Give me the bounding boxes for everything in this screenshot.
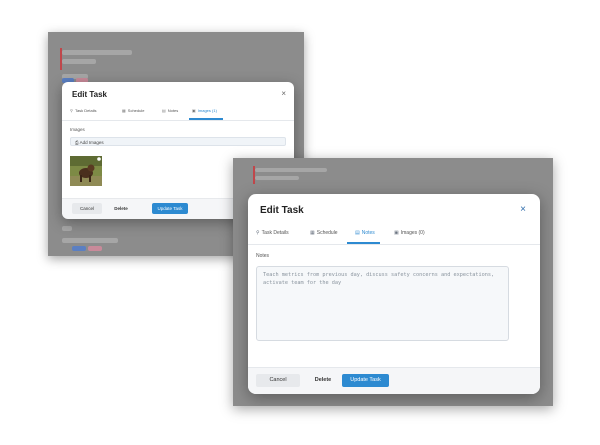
background-text xyxy=(255,176,299,180)
dialog-title: Edit Task xyxy=(72,90,107,99)
delete-button[interactable]: Delete xyxy=(303,374,343,387)
background-text xyxy=(62,238,118,243)
tab-label: Notes xyxy=(361,230,375,236)
dialog-title: Edit Task xyxy=(260,205,304,216)
images-label: Images xyxy=(70,127,85,132)
tab-bar: ⚲ Task Details ▦ Schedule ▤ Notes ▣ Images (… xyxy=(248,226,540,245)
image-icon: ▣ xyxy=(394,230,399,236)
tab-label: Schedule xyxy=(127,108,145,113)
background-text xyxy=(62,59,96,64)
tab-label: Schedule xyxy=(316,230,338,236)
add-images-button[interactable]: ⎙ Add Images xyxy=(70,137,286,146)
front-screenshot: Edit Task × ⚲ Task Details ▦ Schedule ▤ Not… xyxy=(233,158,553,406)
notes-icon: ▤ xyxy=(355,230,360,236)
calendar-icon: ▦ xyxy=(310,230,315,236)
active-tab-indicator xyxy=(347,242,380,244)
tab-schedule[interactable]: ▦ Schedule xyxy=(310,230,338,236)
notes-label: Notes xyxy=(256,253,270,259)
image-icon: ▣ xyxy=(192,108,196,113)
dialog-footer: Cancel Delete Update Task xyxy=(248,367,540,394)
notes-textarea[interactable]: Teach metrics from previous day, discuss… xyxy=(256,266,509,341)
image-thumbnail[interactable] xyxy=(70,156,102,186)
tab-notes[interactable]: ▤ Notes xyxy=(162,108,178,113)
tab-notes[interactable]: ▤ Notes xyxy=(355,230,375,236)
tab-label: Images (0) xyxy=(400,230,425,236)
tab-label: Notes xyxy=(167,108,179,113)
background-text xyxy=(62,50,132,55)
pin-icon: ⚲ xyxy=(256,230,260,236)
close-icon[interactable]: × xyxy=(281,89,286,98)
delete-button[interactable]: Delete xyxy=(106,203,136,214)
add-images-label: Add Images xyxy=(79,140,104,145)
tag-badge xyxy=(72,246,86,251)
tab-task-details[interactable]: ⚲ Task Details xyxy=(70,108,97,113)
cancel-button[interactable]: Cancel xyxy=(256,374,300,387)
calendar-icon: ▦ xyxy=(122,108,126,113)
upload-icon: ⎙ xyxy=(75,140,79,145)
update-task-button[interactable]: Update Task xyxy=(152,203,188,214)
background-text xyxy=(62,226,72,231)
active-tab-indicator xyxy=(189,118,223,120)
tab-task-details[interactable]: ⚲ Task Details xyxy=(256,230,289,236)
pin-icon: ⚲ xyxy=(70,108,73,113)
notes-icon: ▤ xyxy=(162,108,166,113)
tab-label: Task Details xyxy=(74,108,97,113)
dog-photo xyxy=(70,156,102,186)
tag-badge xyxy=(88,246,102,251)
tab-label: Task Details xyxy=(261,230,289,236)
update-task-button[interactable]: Update Task xyxy=(342,374,389,387)
tab-images[interactable]: ▣ Images (0) xyxy=(394,230,425,236)
cancel-button[interactable]: Cancel xyxy=(72,203,102,214)
tab-images[interactable]: ▣ Images (1) xyxy=(192,108,217,113)
background-text xyxy=(255,168,327,172)
edit-task-dialog-notes: Edit Task × ⚲ Task Details ▦ Schedule ▤ Not… xyxy=(248,194,540,394)
close-icon[interactable]: × xyxy=(520,204,526,215)
tab-label: Images (1) xyxy=(197,108,217,113)
tab-bar: ⚲ Task Details ▦ Schedule ▤ Notes ▣ Images (… xyxy=(62,106,294,121)
tab-schedule[interactable]: ▦ Schedule xyxy=(122,108,144,113)
